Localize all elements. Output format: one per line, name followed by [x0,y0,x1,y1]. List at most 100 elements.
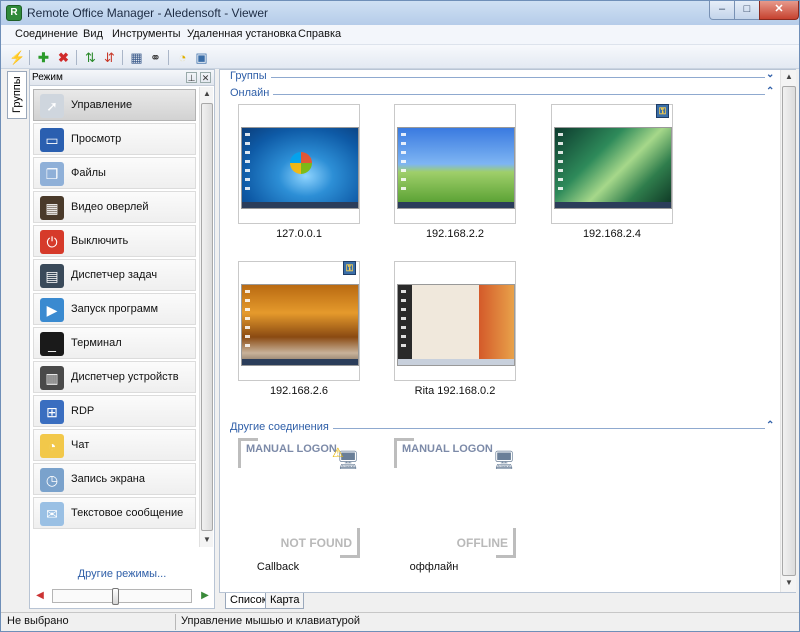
mode-label: Запуск программ [71,303,159,315]
delete-icon[interactable]: ✖ [55,49,72,66]
menu-view[interactable]: Вид [83,28,103,40]
host-thumbnail[interactable] [394,261,516,381]
host-thumbnail[interactable]: ⚿ [238,261,360,381]
other-modes-link[interactable]: Другие режимы... [30,568,214,580]
tab-map[interactable]: Карта [265,593,305,609]
scroll-down-icon[interactable]: ▼ [200,533,214,547]
status-selection: Не выбрано [7,615,69,627]
mode-item[interactable]: ➚ Управление [33,89,196,121]
manual-logon-label: MANUAL LOGON [246,443,337,455]
toolbar: ⚡ ✚ ✖ ⇅ ⇵ ▦ ⚭ ◔ ▣ [1,45,799,69]
menu-help[interactable]: Справка [298,28,341,40]
scroll-down-icon[interactable]: ▼ [781,576,797,590]
mode-panel-header: Режим ⊥ ✕ [30,70,214,86]
desktop-icons [401,133,406,193]
zoom-out-icon[interactable]: ◀ [33,589,47,603]
remote-screen-preview [397,284,515,366]
pin-icon[interactable]: ⊥ [186,72,197,83]
offline-host-tile[interactable]: MANUAL LOGON 🖥 ⚠ NOT FOUND [238,438,360,558]
refresh-icon[interactable]: ⇅ [82,49,99,66]
host-thumbnail[interactable]: ⚿ [551,104,673,224]
host-label: Rita 192.168.0.2 [414,385,496,397]
mode-item[interactable]: ▭ Просмотр [33,123,196,155]
offline-host-tile[interactable]: MANUAL LOGON 🖥 OFFLINE [394,438,516,558]
host-thumbnail[interactable] [238,104,360,224]
mode-label: RDP [71,405,95,417]
mode-item[interactable]: _ Терминал [33,327,196,359]
mode-item[interactable]: ✉ Текстовое сообщение [33,497,196,529]
hosts-scrollbar[interactable]: ▲ ▼ [780,70,796,592]
mode-panel: Режим ⊥ ✕ ➚ Управление ▭ Просмотр ❐ Файлы ▦ Вид… [29,69,215,609]
remote-screen-preview [241,284,359,366]
menu-connection[interactable]: Соединение [15,28,78,40]
title-bar[interactable]: R Remote Office Manager - Aledensoft - V… [1,1,799,25]
chevron-up-icon[interactable]: ⌃ [766,420,774,431]
mode-label: Просмотр [71,133,122,145]
scroll-up-icon[interactable]: ▲ [200,87,214,101]
sync-icon[interactable]: ⇵ [101,49,118,66]
host-label: 192.168.2.4 [582,228,642,240]
scroll-thumb[interactable] [201,103,213,531]
remote-control-badge-icon: ⚿ [343,261,356,275]
side-tabs: Группы [7,71,27,611]
remote-taskbar [242,202,358,208]
properties-icon[interactable]: ▣ [193,49,210,66]
host-thumbnail[interactable] [394,104,516,224]
mode-item[interactable]: ▦ Видео оверлей [33,191,196,223]
mode-item[interactable]: ◷ Запись экрана [33,463,196,495]
status-bar: Не выбрано Управление мышью и клавиатуро… [1,612,799,631]
windows-logo-icon [290,152,312,174]
scroll-up-icon[interactable]: ▲ [781,70,797,84]
mode-item[interactable]: ▤ Диспетчер задач [33,259,196,291]
scroll-thumb[interactable] [782,86,796,576]
remote-taskbar [555,202,671,208]
run-program-icon: ▶ [40,298,64,322]
chevron-down-icon[interactable]: ⌄ [766,69,774,80]
online-section-header[interactable]: Онлайн ⌃ [230,86,775,101]
warning-icon: ⚠ [332,445,344,460]
host-label: 192.168.2.2 [425,228,485,240]
zoom-in-icon[interactable]: ▶ [198,589,212,603]
remote-control-badge-icon: ⚿ [656,104,669,118]
mode-item[interactable]: ⊞ RDP [33,395,196,427]
zoom-slider[interactable] [52,588,192,605]
files-icon: ❐ [40,162,64,186]
zoom-slider-thumb[interactable] [112,588,119,605]
close-icon[interactable]: ✕ [200,72,211,83]
mode-item[interactable]: ◔ Чат [33,429,196,461]
minimize-button[interactable]: – [709,1,735,20]
remote-taskbar [242,359,358,365]
other-section-header[interactable]: Другие соединения ⌃ [230,420,775,435]
binoculars-icon[interactable]: ⚭ [147,49,164,66]
mode-item[interactable]: ▶ Запуск программ [33,293,196,325]
remote-taskbar [398,202,514,208]
add-icon[interactable]: ✚ [35,49,52,66]
close-button[interactable]: ✕ [759,1,799,20]
grid-view-icon[interactable]: ▦ [128,49,145,66]
chevron-up-icon[interactable]: ⌃ [766,86,774,97]
chat-bubble-icon[interactable]: ◔ [174,49,191,66]
host-label: оффлайн [409,561,459,573]
menu-remote-install[interactable]: Удаленная установка [187,28,297,40]
maximize-button[interactable]: □ [734,1,760,20]
section-divider [230,77,765,78]
remote-screen-preview [241,127,359,209]
toolbar-separator [76,50,77,65]
desktop-icons [401,290,406,350]
device-manager-icon: ▥ [40,366,64,390]
mode-label: Видео оверлей [71,201,149,213]
desktop-icons [558,133,563,193]
tab-groups[interactable]: Группы [7,71,27,119]
connect-lightning-icon[interactable]: ⚡ [9,49,26,66]
menu-tools[interactable]: Инструменты [112,28,181,40]
mode-label: Выключить [71,235,129,247]
mode-scrollbar[interactable]: ▲ ▼ [199,87,213,547]
mode-item[interactable]: ❐ Файлы [33,157,196,189]
mode-item[interactable]: ▥ Диспетчер устройств [33,361,196,393]
connection-status: NOT FOUND [280,536,352,550]
groups-section-header[interactable]: Группы ⌄ [230,69,775,84]
remote-screen-preview [397,127,515,209]
terminal-icon: _ [40,332,64,356]
mode-item[interactable]: ⏻ Выключить [33,225,196,257]
status-mode: Управление мышью и клавиатурой [181,615,360,627]
